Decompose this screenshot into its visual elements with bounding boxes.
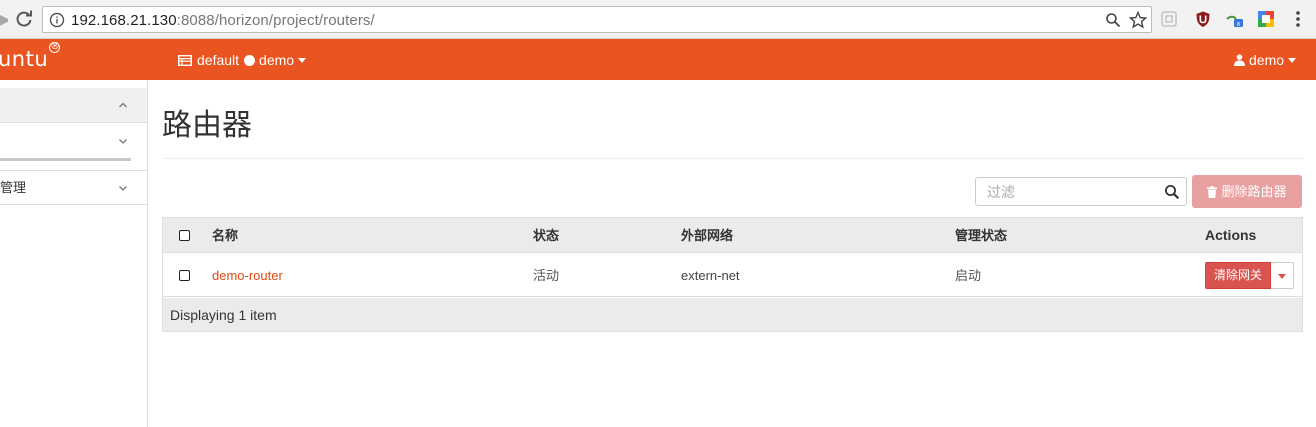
address-bar[interactable]: 192.168.21.130:8088/horizon/project/rout… bbox=[42, 6, 1152, 33]
router-status: 活动 bbox=[533, 268, 560, 283]
sidebar-item-label: 管理 bbox=[0, 180, 27, 195]
url-path: :8088/horizon/project/routers/ bbox=[176, 12, 375, 29]
delete-routers-button[interactable]: 删除路由器 bbox=[1192, 175, 1302, 208]
svg-text:x: x bbox=[1236, 20, 1240, 28]
colorful-extension-icon[interactable] bbox=[1257, 10, 1275, 28]
browser-toolbar: ▶ 192.168.21.130:8088/horizon/project/ro… bbox=[0, 0, 1316, 39]
caret-down-icon bbox=[298, 57, 307, 63]
sidebar-item-subsection[interactable] bbox=[0, 124, 147, 159]
caret-down-icon bbox=[1288, 57, 1297, 63]
router-name-link[interactable]: demo-router bbox=[212, 268, 283, 284]
page-title: 路由器 bbox=[162, 109, 252, 142]
filter-box bbox=[975, 177, 1187, 206]
zoom-icon[interactable] bbox=[1105, 12, 1121, 28]
user-name: demo bbox=[1249, 52, 1285, 68]
project-domain: default bbox=[197, 52, 240, 68]
url-text: 192.168.21.130:8088/horizon/project/rout… bbox=[71, 12, 375, 29]
project-name: demo bbox=[259, 52, 295, 68]
project-selector[interactable]: default demo bbox=[178, 52, 307, 68]
sidebar-item-project[interactable] bbox=[0, 88, 147, 123]
table-row: demo-router 活动 extern-net 启动 清除网关 bbox=[163, 254, 1302, 297]
brand-text: untu bbox=[0, 47, 49, 71]
select-all-checkbox[interactable] bbox=[179, 230, 190, 241]
user-icon bbox=[1234, 54, 1245, 66]
router-admin-state: 启动 bbox=[955, 268, 982, 283]
delete-routers-label: 删除路由器 bbox=[1221, 184, 1287, 199]
shield-extension-icon[interactable] bbox=[1194, 10, 1212, 28]
translate-extension-icon[interactable]: x bbox=[1226, 10, 1244, 28]
brand-logo[interactable]: untu® bbox=[0, 42, 61, 71]
url-host: 192.168.21.130 bbox=[71, 12, 177, 29]
reload-icon[interactable] bbox=[14, 9, 34, 29]
user-menu[interactable]: demo bbox=[1234, 52, 1297, 68]
info-icon[interactable] bbox=[49, 12, 65, 28]
separator-dot-icon bbox=[244, 54, 256, 66]
top-navbar: untu® default demo demo bbox=[0, 39, 1316, 80]
column-header-external-network[interactable]: 外部网络 bbox=[681, 228, 733, 244]
sidebar: 管理 bbox=[0, 80, 148, 427]
clear-gateway-button[interactable]: 清除网关 bbox=[1205, 262, 1271, 289]
chevron-down-icon bbox=[119, 139, 127, 144]
forward-icon[interactable]: ▶ bbox=[0, 11, 8, 27]
column-header-name[interactable]: 名称 bbox=[212, 228, 238, 244]
caret-down-icon bbox=[1278, 274, 1286, 279]
row-actions-dropdown-toggle[interactable] bbox=[1271, 262, 1294, 289]
column-header-status[interactable]: 状态 bbox=[533, 228, 559, 244]
row-checkbox[interactable] bbox=[179, 270, 190, 281]
project-list-icon bbox=[178, 54, 192, 66]
column-header-actions: Actions bbox=[1205, 227, 1257, 243]
routers-table: 名称 状态 外部网络 管理状态 Actions demo-router 活动 e… bbox=[162, 217, 1303, 332]
trash-icon bbox=[1207, 185, 1218, 198]
row-actions: 清除网关 bbox=[1205, 262, 1294, 289]
table-header: 名称 状态 外部网络 管理状态 Actions bbox=[163, 218, 1302, 253]
more-vertical-icon[interactable] bbox=[1292, 9, 1304, 29]
table-footer: Displaying 1 item bbox=[163, 298, 1302, 331]
search-icon[interactable] bbox=[1164, 184, 1180, 200]
sidebar-scrollbar[interactable] bbox=[0, 158, 131, 161]
item-count: Displaying 1 item bbox=[170, 307, 277, 323]
chevron-up-icon bbox=[119, 102, 127, 108]
sidebar-item-admin[interactable]: 管理 bbox=[0, 170, 147, 205]
chevron-down-icon bbox=[119, 186, 127, 191]
title-divider bbox=[162, 158, 1304, 159]
filter-input[interactable] bbox=[977, 179, 1157, 204]
bookmark-star-icon[interactable] bbox=[1129, 11, 1147, 29]
extension-page-icon[interactable] bbox=[1160, 10, 1178, 28]
brand-mark: ® bbox=[49, 41, 61, 53]
router-external-network: extern-net bbox=[681, 268, 740, 283]
column-header-admin-state[interactable]: 管理状态 bbox=[955, 228, 1007, 244]
